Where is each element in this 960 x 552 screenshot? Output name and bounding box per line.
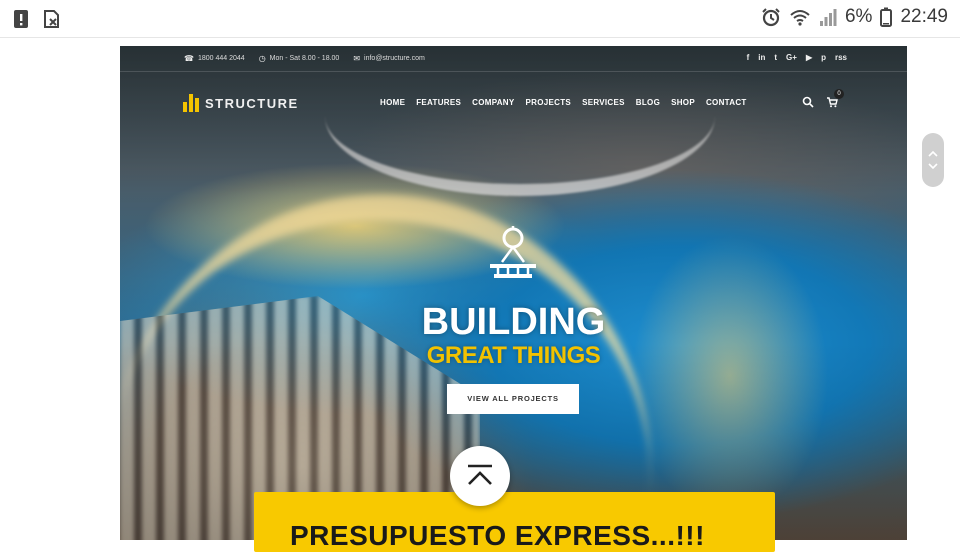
- nav-shop[interactable]: SHOP: [671, 98, 695, 107]
- hero-background-mall: [325, 116, 715, 196]
- twitter-icon[interactable]: t: [774, 53, 777, 62]
- topbar-phone-text: 1800 444 2044: [197, 55, 245, 62]
- status-left-icons: [12, 8, 60, 30]
- hero-title: BUILDING: [421, 301, 606, 343]
- nav-home[interactable]: HOME: [380, 98, 405, 107]
- nav-services[interactable]: SERVICES: [582, 98, 625, 107]
- signal-icon: [819, 9, 837, 26]
- nav-projects[interactable]: PROJECTS: [526, 98, 572, 107]
- logo-mark-icon: [182, 94, 200, 112]
- alarm-icon: [762, 8, 780, 27]
- cart-count-badge: 0: [834, 89, 844, 99]
- topbar-phone[interactable]: ☎ 1800 444 2044: [184, 54, 245, 63]
- logo-text: STRUCTURE: [205, 95, 299, 111]
- cart-button[interactable]: 0: [826, 89, 844, 111]
- google-plus-icon[interactable]: G+: [786, 53, 797, 62]
- mail-icon: ✉: [353, 54, 361, 63]
- banner-text: PRESUPUESTO EXPRESS...!!!: [290, 520, 705, 551]
- topbar-hours: ◷ Mon - Sat 8.00 - 18.00: [259, 54, 340, 63]
- chevron-down-icon: [928, 163, 938, 170]
- wifi-icon: [790, 10, 810, 26]
- view-all-projects-button[interactable]: VIEW ALL PROJECTS: [447, 384, 579, 414]
- hero-subtitle: GREAT THINGS: [426, 342, 601, 369]
- linkedin-icon[interactable]: in: [758, 53, 765, 62]
- battery-icon: [880, 7, 893, 27]
- rss-icon[interactable]: rss: [835, 53, 847, 62]
- nav-company[interactable]: COMPANY: [472, 98, 514, 107]
- website-hero-screenshot: ☎ 1800 444 2044 ◷ Mon - Sat 8.00 - 18.00…: [120, 46, 907, 540]
- topbar-email-text: info@structure.com: [364, 55, 425, 62]
- site-logo[interactable]: STRUCTURE: [182, 94, 299, 112]
- facebook-icon[interactable]: f: [747, 53, 750, 62]
- phone-icon: ☎: [184, 54, 194, 63]
- clock-icon: ◷: [258, 54, 266, 63]
- site-navbar: STRUCTURE HOME FEATURES COMPANY PROJECTS…: [120, 89, 907, 118]
- topbar-email[interactable]: ✉ info@structure.com: [353, 54, 425, 63]
- battery-percent: 6%: [844, 6, 873, 27]
- site-topbar: ☎ 1800 444 2044 ◷ Mon - Sat 8.00 - 18.00…: [120, 46, 907, 72]
- search-icon[interactable]: [802, 96, 814, 108]
- arrow-up-to-top-icon: [468, 464, 492, 485]
- nav-features[interactable]: FEATURES: [416, 98, 461, 107]
- page-scroll-handle[interactable]: [922, 133, 944, 187]
- alert-icon: [14, 10, 28, 28]
- status-bar: 6% 22:49: [0, 0, 960, 38]
- main-nav: HOME FEATURES COMPANY PROJECTS SERVICES …: [380, 98, 747, 107]
- scroll-to-top-button[interactable]: [450, 446, 510, 506]
- clock: 22:49: [900, 6, 948, 27]
- chevron-up-icon: [928, 150, 938, 157]
- blocked-sim-icon: [44, 10, 59, 28]
- nav-blog[interactable]: BLOG: [636, 98, 660, 107]
- nav-tools: 0: [802, 89, 844, 111]
- pinterest-icon[interactable]: p: [821, 53, 826, 62]
- crane-building-icon: [490, 226, 536, 278]
- social-links: f in t G+ ▶ p rss: [747, 53, 847, 62]
- youtube-icon[interactable]: ▶: [806, 53, 812, 62]
- topbar-hours-text: Mon - Sat 8.00 - 18.00: [269, 55, 340, 62]
- presupuesto-express-banner[interactable]: PRESUPUESTO EXPRESS...!!!: [254, 492, 775, 552]
- status-right: 6% 22:49: [761, 6, 948, 28]
- nav-contact[interactable]: CONTACT: [706, 98, 747, 107]
